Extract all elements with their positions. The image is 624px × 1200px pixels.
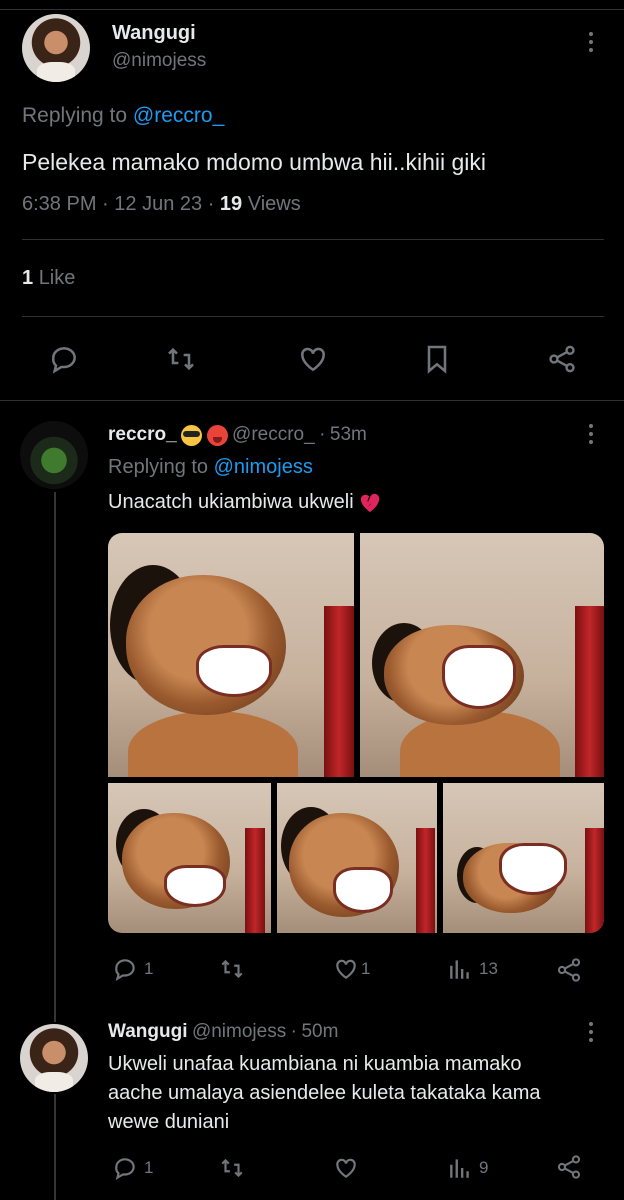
share-button[interactable] <box>555 956 583 984</box>
tweet-text: Pelekea mamako mdomo umbwa hii..kihii gi… <box>22 149 487 175</box>
like-button[interactable] <box>297 343 329 375</box>
views-count: 13 <box>479 959 498 978</box>
more-options-icon[interactable] <box>588 32 594 52</box>
meta-dot: · <box>290 1021 297 1042</box>
views-button[interactable]: 13 <box>447 956 498 982</box>
retweet-button[interactable] <box>218 1155 252 1181</box>
reply-icon <box>115 959 135 982</box>
avatar[interactable] <box>20 1024 88 1092</box>
reply-button[interactable]: 1 <box>112 1155 153 1181</box>
meta-dot: · <box>319 424 326 445</box>
media-image[interactable] <box>360 533 604 777</box>
media-image[interactable] <box>108 533 354 777</box>
replying-to-link[interactable]: @reccro_ <box>133 104 224 127</box>
reply-icon <box>115 1158 135 1181</box>
hot-face-emoji-icon <box>206 425 228 447</box>
reply-icon <box>52 347 76 374</box>
tweet-date[interactable]: 12 Jun 23 <box>114 193 202 215</box>
author-name[interactable]: Wangugi <box>108 1021 188 1042</box>
heart-icon <box>336 959 356 979</box>
sunglasses-emoji-icon <box>181 425 203 447</box>
divider <box>22 239 604 240</box>
analytics-icon <box>450 1159 469 1178</box>
section-divider <box>0 400 624 401</box>
replying-to-label: Replying to <box>108 456 209 478</box>
media-image[interactable] <box>108 783 271 933</box>
heart-icon <box>336 1158 356 1178</box>
author-name[interactable]: reccro_ <box>108 424 177 445</box>
tweet-time[interactable]: 6:38 PM <box>22 193 96 215</box>
views-label: Views <box>247 193 301 215</box>
reply-text-line: aache umalaya asiendelee kuleta takataka… <box>108 1082 541 1104</box>
media-grid[interactable] <box>108 533 604 933</box>
retweet-button[interactable] <box>164 343 198 375</box>
media-image[interactable] <box>443 783 604 933</box>
retweet-icon <box>168 347 194 371</box>
avatar[interactable] <box>22 14 90 82</box>
share-button[interactable] <box>546 343 578 375</box>
likes-label: Like <box>38 267 76 289</box>
reply-age[interactable]: 50m <box>301 1021 338 1042</box>
thread-line <box>54 1094 56 1200</box>
retweet-button[interactable] <box>218 956 252 982</box>
like-button[interactable]: 1 <box>333 956 370 982</box>
reply-text: Ukweli unafaa kuambiana ni kuambia mamak… <box>108 1050 541 1137</box>
views-count: 9 <box>479 1158 489 1177</box>
reply-text-line: wewe duniani <box>108 1111 230 1133</box>
main-tweet: Wangugi @nimojess Replying to @reccro_ P… <box>0 0 624 400</box>
more-options-icon[interactable] <box>588 424 594 444</box>
reply-header: Wangugi @nimojess · 50m <box>108 1021 338 1043</box>
reply-text-content: Unacatch ukiambiwa ukweli <box>108 491 354 513</box>
share-button[interactable] <box>555 1153 583 1181</box>
author-handle[interactable]: @reccro_ <box>232 424 315 445</box>
divider <box>22 316 604 317</box>
reply-button[interactable] <box>48 343 80 375</box>
reply-header: reccro_ @reccro_ · 53m <box>108 424 367 447</box>
media-image[interactable] <box>277 783 437 933</box>
reply-text-line: Ukweli unafaa kuambiana ni kuambia mamak… <box>108 1053 522 1075</box>
replying-to-label: Replying to <box>22 104 128 127</box>
reply-text: Unacatch ukiambiwa ukweli <box>108 491 381 514</box>
author-handle[interactable]: @nimojess <box>112 50 206 72</box>
reply-button[interactable]: 1 <box>112 956 153 982</box>
bookmark-button[interactable] <box>421 343 453 375</box>
share-icon <box>557 1155 581 1179</box>
avatar[interactable] <box>20 421 88 489</box>
views-count: 19 <box>219 193 243 215</box>
retweet-icon <box>221 1158 243 1178</box>
tweet-meta: 6:38 PM · 12 Jun 23 · 19 Views <box>22 193 301 216</box>
analytics-icon <box>450 960 469 979</box>
reply-count: 1 <box>144 1158 154 1177</box>
broken-heart-emoji-icon <box>361 493 380 512</box>
author-name[interactable]: Wangugi <box>112 22 196 45</box>
thread-line <box>54 492 56 1022</box>
author-handle[interactable]: @nimojess <box>192 1021 286 1042</box>
like-count: 1 <box>361 959 371 978</box>
reply-age[interactable]: 53m <box>330 424 367 445</box>
replying-to: Replying to @nimojess <box>108 456 313 479</box>
views-button[interactable]: 9 <box>447 1155 488 1181</box>
reply-count: 1 <box>144 959 154 978</box>
retweet-icon <box>221 959 243 979</box>
like-button[interactable] <box>333 1155 365 1181</box>
likes-count: 1 <box>22 267 34 289</box>
share-icon <box>557 958 581 982</box>
meta-dot: · <box>102 193 115 215</box>
likes-summary[interactable]: 1 Like <box>22 267 75 290</box>
share-icon <box>549 345 575 373</box>
replying-to-link[interactable]: @nimojess <box>214 456 313 478</box>
bookmark-icon <box>427 345 447 374</box>
more-options-icon[interactable] <box>588 1022 594 1042</box>
meta-dot: · <box>207 193 220 215</box>
heart-icon <box>301 347 325 372</box>
replying-to: Replying to @reccro_ <box>22 104 224 128</box>
